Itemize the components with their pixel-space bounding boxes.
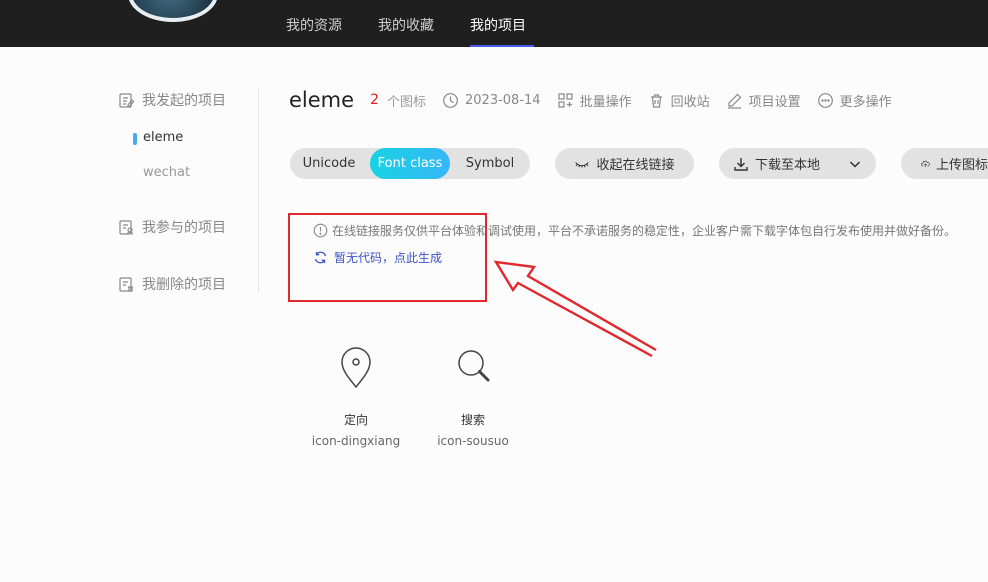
icon-code: icon-sousuo bbox=[437, 434, 509, 448]
project-settings-label: 项目设置 bbox=[748, 94, 801, 110]
project-header: eleme 2 个图标 2023-08-14 批量操作 回收站 项目设置 更多操… bbox=[289, 86, 908, 114]
document-edit-icon bbox=[119, 92, 135, 108]
active-indicator bbox=[133, 133, 137, 145]
project-settings-button[interactable]: 项目设置 bbox=[726, 91, 801, 110]
trash-icon bbox=[650, 93, 662, 108]
collapse-online-link-button[interactable]: 收起在线链接 bbox=[555, 148, 694, 179]
batch-operation-button[interactable]: 批量操作 bbox=[557, 91, 632, 110]
clock-icon bbox=[443, 92, 458, 108]
icon-count: 2 bbox=[370, 92, 379, 108]
more-operations-button[interactable]: 更多操作 bbox=[817, 91, 892, 110]
upload-icon-label: 上传图标 bbox=[935, 158, 988, 173]
sidebar-group-label: 我删除的项目 bbox=[142, 277, 226, 293]
upload-icon-button[interactable]: 上传图标 bbox=[901, 148, 988, 179]
download-icon bbox=[734, 157, 748, 171]
sidebar-item-eleme[interactable]: eleme bbox=[133, 130, 184, 145]
sidebar-divider bbox=[258, 88, 259, 293]
grid-icon bbox=[557, 92, 573, 108]
icon-count-unit: 个图标 bbox=[386, 94, 426, 110]
search-icon bbox=[458, 350, 490, 382]
more-operations-label: 更多操作 bbox=[839, 94, 892, 110]
sidebar-group-deleted[interactable]: 我删除的项目 bbox=[118, 274, 226, 294]
project-date-text: 2023-08-14 bbox=[465, 92, 541, 108]
icon-code: icon-dingxiang bbox=[311, 434, 401, 448]
sidebar-item-label: eleme bbox=[143, 130, 184, 145]
nav-my-favorites[interactable]: 我的收藏 bbox=[378, 15, 434, 35]
icon-card-sousuo[interactable]: 搜索 icon-sousuo bbox=[423, 345, 523, 448]
batch-operation-label: 批量操作 bbox=[579, 94, 632, 110]
user-avatar[interactable] bbox=[128, 0, 218, 22]
annotation-highlight-box bbox=[288, 213, 487, 302]
chevron-down-icon[interactable] bbox=[848, 157, 862, 171]
project-date: 2023-08-14 bbox=[442, 92, 541, 109]
sidebar-group-label: 我参与的项目 bbox=[142, 220, 226, 236]
cloud-upload-icon bbox=[921, 160, 930, 167]
recycle-bin-button[interactable]: 回收站 bbox=[648, 91, 710, 110]
icon-name: 定向 bbox=[343, 413, 368, 427]
sidebar-item-label: wechat bbox=[143, 165, 191, 180]
nav-my-projects[interactable]: 我的项目 bbox=[470, 15, 526, 35]
icon-name: 搜索 bbox=[460, 413, 485, 427]
document-trash-icon bbox=[119, 276, 133, 292]
icon-card-dingxiang[interactable]: 定向 icon-dingxiang bbox=[306, 345, 406, 448]
tab-unicode[interactable]: Unicode bbox=[290, 148, 368, 179]
top-navbar: 我的资源 我的收藏 我的项目 bbox=[0, 0, 988, 47]
sidebar-group-created[interactable]: 我发起的项目 bbox=[118, 90, 226, 110]
sidebar-item-wechat[interactable]: wechat bbox=[143, 165, 190, 180]
document-people-icon bbox=[119, 219, 134, 235]
sidebar-group-label: 我发起的项目 bbox=[142, 93, 226, 109]
nav-my-resources[interactable]: 我的资源 bbox=[286, 15, 342, 35]
closed-eye-icon bbox=[575, 161, 590, 168]
collapse-online-link-label: 收起在线链接 bbox=[596, 158, 675, 173]
code-type-tabs: Unicode Font class Symbol bbox=[290, 148, 530, 179]
pencil-icon bbox=[727, 93, 741, 109]
location-pin-icon bbox=[341, 347, 371, 389]
tab-font-class[interactable]: Font class bbox=[370, 148, 450, 179]
tab-symbol[interactable]: Symbol bbox=[450, 148, 530, 179]
sidebar-group-joined[interactable]: 我参与的项目 bbox=[118, 217, 226, 237]
project-title: eleme bbox=[289, 88, 355, 112]
download-local-button[interactable]: 下载至本地 bbox=[719, 148, 876, 179]
recycle-bin-label: 回收站 bbox=[670, 94, 710, 110]
more-icon bbox=[817, 92, 833, 108]
nav-active-indicator bbox=[470, 45, 534, 47]
download-local-label: 下载至本地 bbox=[754, 158, 820, 173]
